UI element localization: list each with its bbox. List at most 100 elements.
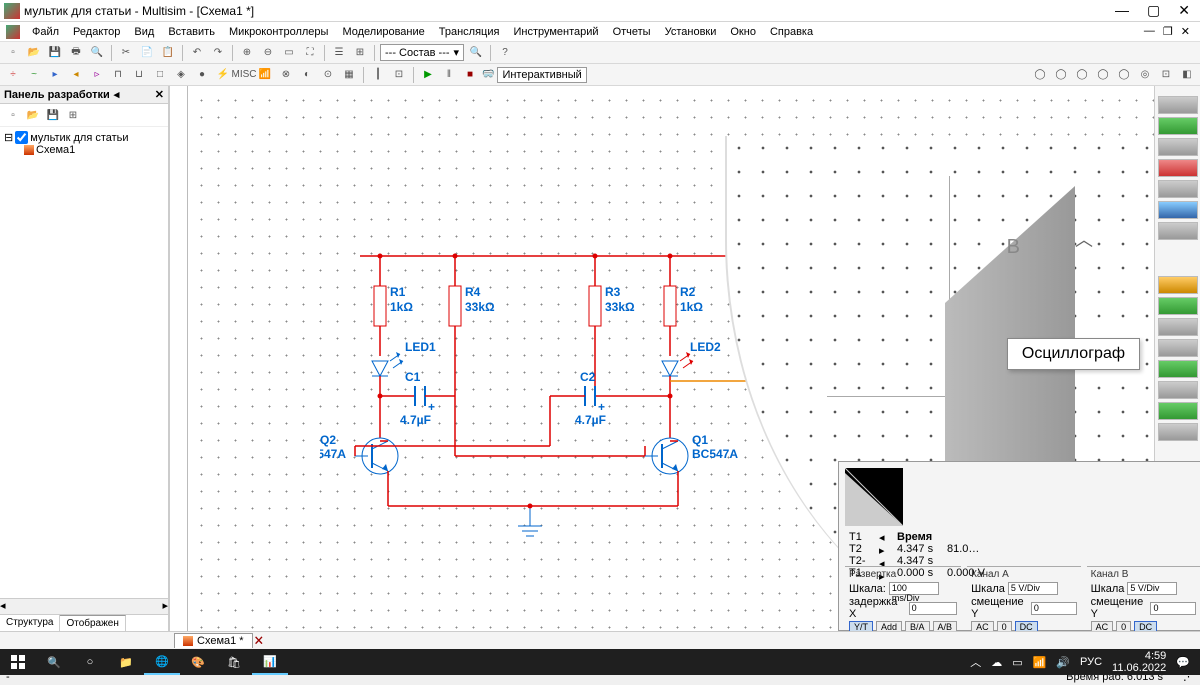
taskbar-explorer-icon[interactable]: 📁: [108, 649, 144, 675]
misc-digital-icon[interactable]: □: [151, 66, 169, 84]
maximize-button[interactable]: ▢: [1147, 2, 1160, 19]
run-button[interactable]: ▶: [419, 66, 437, 84]
bus-icon[interactable]: ┃: [369, 66, 387, 84]
taskbar-app2-icon[interactable]: 🛍: [216, 649, 252, 675]
instrument-iv[interactable]: [1158, 339, 1198, 357]
instrument-logic-conv[interactable]: [1158, 318, 1198, 336]
instrument-bode[interactable]: [1158, 201, 1198, 219]
taskbar-app1-icon[interactable]: 🎨: [180, 649, 216, 675]
tray-battery-icon[interactable]: ▭: [1012, 656, 1022, 669]
sim-mode-combo[interactable]: Интерактивный: [497, 67, 586, 83]
menu-edit[interactable]: Редактор: [67, 24, 126, 40]
tree-save-icon[interactable]: 💾: [44, 106, 62, 124]
instrument-network[interactable]: [1158, 402, 1198, 420]
preview-icon[interactable]: 🔍: [88, 44, 106, 62]
menu-reports[interactable]: Отчеты: [607, 24, 657, 40]
chb-scale-input[interactable]: 5 V/Div: [1127, 582, 1177, 595]
instrument-spectrum[interactable]: [1158, 381, 1198, 399]
tree-new-icon[interactable]: ▫: [4, 106, 22, 124]
analog-icon[interactable]: ▹: [88, 66, 106, 84]
rf-icon[interactable]: 📶: [256, 66, 274, 84]
instrument-oscilloscope[interactable]: [1158, 159, 1198, 177]
menu-insert[interactable]: Вставить: [162, 24, 221, 40]
instrument-distortion[interactable]: [1158, 360, 1198, 378]
cha-offset-input[interactable]: 0: [1031, 602, 1077, 615]
paste-icon[interactable]: 📋: [159, 44, 177, 62]
tray-cloud-icon[interactable]: ☁: [991, 656, 1002, 669]
basic-icon[interactable]: ~: [25, 66, 43, 84]
menu-options[interactable]: Установки: [659, 24, 723, 40]
timebase-delay-input[interactable]: 0: [909, 602, 957, 615]
cha-0-button[interactable]: 0: [997, 621, 1012, 631]
chb-ac-button[interactable]: AC: [1091, 621, 1114, 631]
oscilloscope-panel[interactable]: T1T2T2-T1 ◂ ▸◂ ▸ Время 4.347 s4.347 s0.0…: [838, 461, 1200, 631]
zoom-fit-icon[interactable]: ⛶: [301, 44, 319, 62]
instr2-icon[interactable]: ◯: [1052, 66, 1070, 84]
menu-window[interactable]: Окно: [724, 24, 762, 40]
taskbar-chrome-icon[interactable]: 🌐: [144, 649, 180, 675]
layers-icon[interactable]: ☰: [330, 44, 348, 62]
close-button[interactable]: ✕: [1178, 2, 1190, 19]
misc-icon[interactable]: MISC: [235, 66, 253, 84]
zoom-in-icon[interactable]: ⊕: [238, 44, 256, 62]
instrument-word-gen[interactable]: [1158, 276, 1198, 294]
doc-minimize-button[interactable]: —: [1144, 25, 1155, 38]
document-tab[interactable]: Схема1 *: [174, 633, 253, 648]
taskbar-search-icon[interactable]: 🔍: [36, 649, 72, 675]
add-button[interactable]: Add: [876, 621, 902, 631]
indicator-icon[interactable]: ●: [193, 66, 211, 84]
connector-icon[interactable]: ⊙: [319, 66, 337, 84]
mcu-icon[interactable]: ▦: [340, 66, 358, 84]
tab-structure[interactable]: Структура: [0, 615, 60, 631]
search-icon[interactable]: 🔍: [467, 44, 485, 62]
tray-lang[interactable]: РУС: [1080, 656, 1102, 668]
tab-display[interactable]: Отображен: [60, 615, 125, 631]
tree-open-icon[interactable]: 📂: [24, 106, 42, 124]
copy-icon[interactable]: 📄: [138, 44, 156, 62]
transistor-icon[interactable]: ◂: [67, 66, 85, 84]
instr7-icon[interactable]: ⊡: [1157, 66, 1175, 84]
cut-icon[interactable]: ✂: [117, 44, 135, 62]
tab-close-icon[interactable]: 🗙: [255, 631, 263, 650]
doc-close-button[interactable]: ✕: [1181, 25, 1190, 38]
instrument-4ch-scope[interactable]: [1158, 180, 1198, 198]
instrument-funcgen[interactable]: [1158, 117, 1198, 135]
undo-icon[interactable]: ↶: [188, 44, 206, 62]
redo-icon[interactable]: ↷: [209, 44, 227, 62]
tree-child-label[interactable]: Схема1: [36, 144, 75, 156]
zoom-area-icon[interactable]: ▭: [280, 44, 298, 62]
tray-wifi-icon[interactable]: 📶: [1033, 656, 1047, 669]
chb-offset-input[interactable]: 0: [1150, 602, 1196, 615]
print-icon[interactable]: 🖶: [67, 44, 85, 62]
save-icon[interactable]: 💾: [46, 44, 64, 62]
taskbar-cortana-icon[interactable]: ○: [72, 649, 108, 675]
source-icon[interactable]: ÷: [4, 66, 22, 84]
new-icon[interactable]: ▫: [4, 44, 22, 62]
cha-ac-button[interactable]: AC: [971, 621, 994, 631]
menu-view[interactable]: Вид: [128, 24, 160, 40]
menu-file[interactable]: Файл: [26, 24, 65, 40]
tree-cfg-icon[interactable]: ⊞: [64, 106, 82, 124]
ab-button[interactable]: A/B: [933, 621, 958, 631]
mixed-icon[interactable]: ◈: [172, 66, 190, 84]
open-icon[interactable]: 📂: [25, 44, 43, 62]
design-tree[interactable]: ⊟ мультик для статьи Схема1: [0, 127, 168, 598]
instrument-logic-analyzer[interactable]: [1158, 297, 1198, 315]
menu-tools[interactable]: Инструментарий: [507, 24, 604, 40]
taskbar-multisim-icon[interactable]: 📊: [252, 649, 288, 675]
panel-arrow-icon[interactable]: ◂: [114, 88, 120, 101]
start-button[interactable]: [0, 649, 36, 675]
stop-button[interactable]: ■: [461, 66, 479, 84]
timebase-scale-input[interactable]: 100 ms/Div: [889, 582, 939, 595]
instr3-icon[interactable]: ◯: [1073, 66, 1091, 84]
instrument-multimeter[interactable]: [1158, 96, 1198, 114]
tray-clock[interactable]: 4:5911.06.2022: [1112, 650, 1166, 674]
diode-icon[interactable]: ▸: [46, 66, 64, 84]
ba-button[interactable]: B/A: [905, 621, 930, 631]
instr5-icon[interactable]: ◯: [1115, 66, 1133, 84]
schematic-canvas[interactable]: R1 1kΩ R4 33kΩ R3 33kΩ R2: [170, 86, 1200, 631]
pause-button[interactable]: ‖: [440, 66, 458, 84]
tray-up-icon[interactable]: ︿: [970, 654, 981, 670]
tree-root-checkbox[interactable]: [15, 131, 28, 144]
config-icon[interactable]: ⊞: [351, 44, 369, 62]
